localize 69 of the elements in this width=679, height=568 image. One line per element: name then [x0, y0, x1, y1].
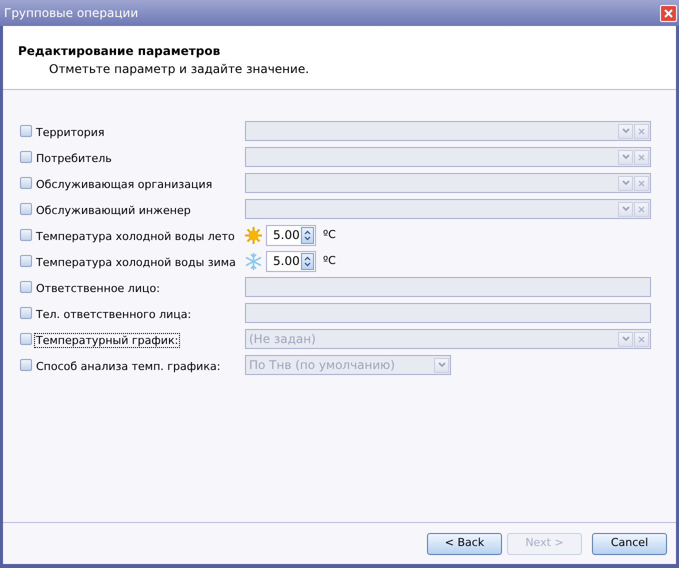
field-label: Способ анализа темп. графика:	[35, 360, 222, 373]
clear-button[interactable]	[634, 202, 649, 216]
page-title: Редактирование параметров	[18, 43, 222, 60]
combo-field[interactable]	[245, 173, 651, 193]
chevron-down-icon	[622, 154, 630, 160]
field-value: 5.00	[273, 253, 301, 270]
clear-button[interactable]	[634, 124, 649, 138]
up-down-icon	[304, 230, 311, 240]
spin-button[interactable]	[301, 252, 314, 270]
field-value: 5.00	[273, 227, 301, 244]
sun-icon	[245, 226, 262, 244]
spin-field[interactable]: 5.00	[266, 224, 316, 246]
spin-button[interactable]	[301, 226, 314, 244]
close-icon	[638, 180, 645, 186]
field-label: Тел. ответственного лица:	[35, 308, 192, 321]
field-value: По Тнв (по умолчанию)	[249, 357, 396, 374]
checkbox[interactable]	[20, 151, 32, 163]
wizard-button[interactable]: < Back	[427, 532, 502, 554]
dropdown-button[interactable]	[618, 332, 633, 346]
up-down-icon	[304, 256, 311, 266]
chevron-down-icon	[622, 128, 630, 134]
field-label: Ответственное лицо:	[35, 282, 161, 295]
combo-field[interactable]	[245, 147, 651, 167]
text-field[interactable]	[245, 277, 651, 297]
close-icon	[638, 128, 645, 134]
spin-field[interactable]: 5.00	[266, 250, 316, 272]
page-subtitle: Отметьте параметр и задайте значение.	[49, 61, 310, 78]
clear-button[interactable]	[634, 332, 649, 346]
chevron-down-icon	[622, 336, 630, 342]
field-label: Обслуживающий инженер	[35, 204, 192, 217]
checkbox[interactable]	[20, 203, 32, 215]
checkbox[interactable]	[20, 177, 32, 189]
dropdown-button[interactable]	[618, 202, 633, 216]
chevron-down-icon	[622, 206, 630, 212]
text-field[interactable]	[245, 303, 651, 323]
field-label: Температурный график:	[35, 334, 180, 347]
close-icon	[664, 8, 673, 18]
checkbox[interactable]	[20, 333, 32, 345]
field-label: Температура холодной воды зима	[35, 256, 237, 269]
checkbox[interactable]	[20, 281, 32, 293]
close-icon	[638, 336, 645, 342]
unit-label: ºC	[323, 252, 336, 269]
field-label: Потребитель	[35, 152, 113, 165]
checkbox[interactable]	[20, 229, 32, 241]
close-icon	[638, 206, 645, 212]
dropdown-button[interactable]	[618, 176, 633, 190]
checkbox[interactable]	[20, 125, 32, 137]
chevron-down-icon	[622, 180, 630, 186]
unit-label: ºC	[323, 226, 336, 243]
combo-field[interactable]	[245, 121, 651, 141]
field-value: (Не задан)	[249, 331, 317, 348]
field-label: Обслуживающая организация	[35, 178, 214, 191]
dropdown-button[interactable]	[618, 150, 633, 164]
dropdown-button[interactable]	[434, 358, 449, 372]
clear-button[interactable]	[634, 150, 649, 164]
chevron-down-icon	[438, 362, 446, 368]
checkbox[interactable]	[20, 307, 32, 319]
wizard-button[interactable]: Cancel	[592, 532, 667, 554]
close-button[interactable]	[660, 4, 677, 22]
close-icon	[638, 154, 645, 160]
dropdown-button[interactable]	[618, 124, 633, 138]
field-label: Территория	[35, 126, 106, 139]
field-label: Температура холодной воды лето	[35, 230, 236, 243]
checkbox[interactable]	[20, 359, 32, 371]
snowflake-icon	[245, 252, 262, 270]
clear-button[interactable]	[634, 176, 649, 190]
window-title: Групповые операции	[4, 5, 140, 22]
combo-field[interactable]	[245, 199, 651, 219]
checkbox[interactable]	[20, 255, 32, 267]
